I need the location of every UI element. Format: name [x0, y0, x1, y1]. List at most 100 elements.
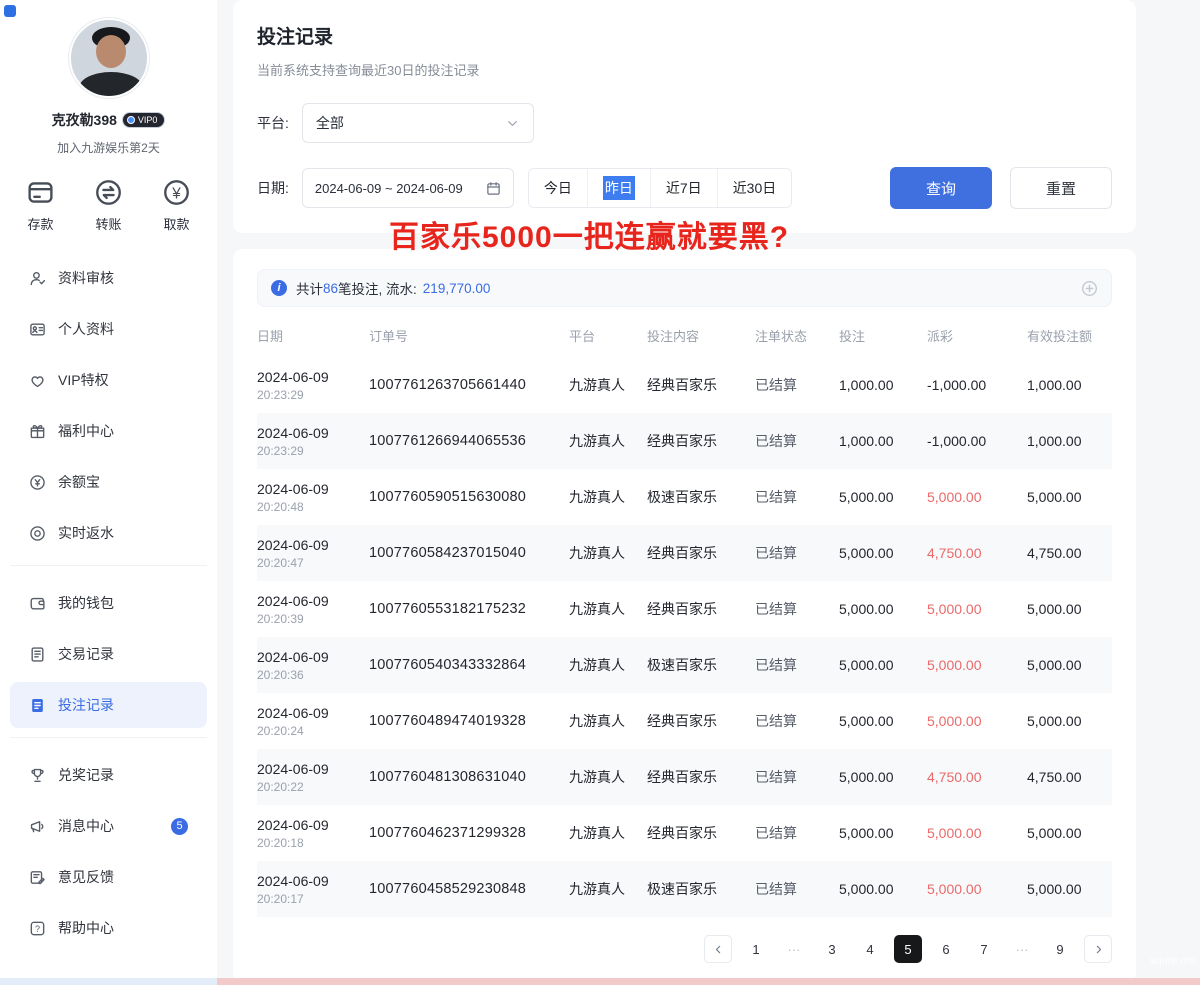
page-button-7[interactable]: 7	[970, 935, 998, 963]
cell-order-number: 1007760489474019328	[369, 713, 569, 729]
column-header: 投注	[839, 326, 927, 345]
column-header: 注单状态	[755, 326, 839, 345]
range-label: 近7日	[666, 178, 702, 198]
cell-platform: 九游真人	[569, 879, 647, 899]
cell-status: 已结算	[755, 431, 839, 451]
range-today[interactable]: 今日	[529, 169, 587, 207]
quick-action-withdraw[interactable]: ¥取款	[162, 178, 191, 233]
date-range-input[interactable]: 2024-06-09 ~ 2024-06-09	[302, 168, 514, 208]
cell-status: 已结算	[755, 487, 839, 507]
cell-valid-bet: 5,000.00	[1027, 713, 1112, 729]
records-card: i 共计 86 笔投注, 流水: 219,770.00 日期订单号平台投注内容注…	[233, 249, 1136, 983]
username: 克孜勒398	[52, 110, 117, 130]
cell-bet-amount: 5,000.00	[839, 825, 927, 841]
sidebar-item-feedback[interactable]: 意见反馈	[10, 854, 207, 900]
platform-select[interactable]: 全部	[302, 103, 534, 143]
sidebar-item-prize-records[interactable]: 兑奖记录	[10, 752, 207, 798]
cell-status: 已结算	[755, 655, 839, 675]
cell-bet-amount: 5,000.00	[839, 545, 927, 561]
sidebar-item-transactions[interactable]: 交易记录	[10, 631, 207, 677]
range-yesterday[interactable]: 昨日	[587, 169, 650, 207]
sidebar-item-help-center[interactable]: ?帮助中心	[10, 905, 207, 951]
reset-button[interactable]: 重置	[1010, 167, 1112, 209]
table-row: 2024-06-0920:20:391007760553182175232九游真…	[257, 581, 1112, 637]
sidebar-menu: 资料审核个人资料 VIP特权福利中心余额宝实时返水我的钱包交易记录投注记录兑奖记录…	[0, 255, 217, 951]
table-row: 2024-06-0920:20:241007760489474019328九游真…	[257, 693, 1112, 749]
page-button-9[interactable]: 9	[1046, 935, 1074, 963]
sidebar-item-label: 福利中心	[58, 421, 114, 441]
cell-order-number: 1007760458529230848	[369, 881, 569, 897]
sidebar-item-welfare[interactable]: 福利中心	[10, 408, 207, 454]
table-row: 2024-06-0920:20:361007760540343332864九游真…	[257, 637, 1112, 693]
range-last-30-days[interactable]: 近30日	[717, 169, 792, 207]
cell-valid-bet: 5,000.00	[1027, 489, 1112, 505]
svg-text:¥: ¥	[171, 185, 181, 202]
page-button-4[interactable]: 4	[856, 935, 884, 963]
cell-bet-amount: 5,000.00	[839, 657, 927, 673]
cell-date: 2024-06-0920:20:17	[257, 873, 369, 906]
vip-level-label: VIP0	[138, 115, 158, 125]
cell-date: 2024-06-0920:20:47	[257, 537, 369, 570]
range-last-7-days[interactable]: 近7日	[650, 169, 717, 207]
cell-bet-content: 经典百家乐	[647, 711, 755, 731]
cell-bet-amount: 1,000.00	[839, 377, 927, 393]
column-header: 有效投注额	[1027, 326, 1112, 345]
cell-payout: 5,000.00	[927, 657, 1027, 673]
cell-date: 2024-06-0920:20:36	[257, 649, 369, 682]
sidebar-item-label: 消息中心	[58, 816, 114, 836]
table-row: 2024-06-0920:23:291007761266944065536九游真…	[257, 413, 1112, 469]
bottom-strip-left	[0, 978, 217, 985]
page-button-1[interactable]: 1	[742, 935, 770, 963]
cell-bet-content: 极速百家乐	[647, 879, 755, 899]
join-days-text: 加入九游娱乐第2天	[0, 139, 217, 156]
sidebar-item-label: 实时返水	[58, 523, 114, 543]
prev-page-button[interactable]	[704, 935, 732, 963]
cell-status: 已结算	[755, 823, 839, 843]
avatar-face	[96, 35, 126, 68]
cell-platform: 九游真人	[569, 487, 647, 507]
cell-platform: 九游真人	[569, 375, 647, 395]
sidebar-item-balance[interactable]: 余额宝	[10, 459, 207, 505]
page-button-6[interactable]: 6	[932, 935, 960, 963]
cell-valid-bet: 5,000.00	[1027, 881, 1112, 897]
summary-mid: 笔投注, 流水:	[338, 278, 417, 298]
feedback-icon	[29, 869, 46, 886]
next-page-button[interactable]	[1084, 935, 1112, 963]
main-content: 投注记录 当前系统支持查询最近30日的投注记录 平台: 全部 日期: 2024-…	[217, 0, 1200, 985]
watermark: squre.me	[1150, 955, 1196, 967]
cell-bet-amount: 5,000.00	[839, 601, 927, 617]
search-button[interactable]: 查询	[890, 167, 992, 209]
page-button-3[interactable]: 3	[818, 935, 846, 963]
wallet-icon	[29, 595, 46, 612]
plus-circle-icon[interactable]	[1081, 280, 1098, 297]
menu-group: 兑奖记录消息中心5 意见反馈 ?帮助中心	[10, 737, 207, 951]
range-label: 昨日	[603, 176, 635, 200]
sidebar-item-label: 意见反馈	[58, 867, 114, 887]
welfare-icon	[29, 423, 46, 440]
sidebar-item-message-center[interactable]: 消息中心5	[10, 803, 207, 849]
quick-action-transfer[interactable]: 转账	[94, 178, 123, 233]
date-label: 日期:	[257, 178, 289, 198]
sidebar-item-label: 交易记录	[58, 644, 114, 664]
cell-date: 2024-06-0920:23:29	[257, 369, 369, 402]
cell-bet-content: 经典百家乐	[647, 823, 755, 843]
sidebar-item-label: 投注记录	[58, 695, 114, 715]
sidebar-item-label: 个人资料	[58, 319, 114, 339]
sidebar-item-profile[interactable]: 个人资料	[10, 306, 207, 352]
quick-action-deposit[interactable]: 存款	[26, 178, 55, 233]
page-ellipsis: ···	[780, 935, 808, 963]
balance-icon	[29, 474, 46, 491]
sidebar-item-rebate[interactable]: 实时返水	[10, 510, 207, 556]
sidebar-item-bet-records[interactable]: 投注记录	[10, 682, 207, 728]
cell-payout: 4,750.00	[927, 769, 1027, 785]
cell-bet-content: 极速百家乐	[647, 487, 755, 507]
sidebar-item-audit[interactable]: 资料审核	[10, 255, 207, 301]
cell-bet-content: 经典百家乐	[647, 431, 755, 451]
cell-bet-amount: 5,000.00	[839, 769, 927, 785]
page-button-5[interactable]: 5	[894, 935, 922, 963]
sidebar-item-wallet[interactable]: 我的钱包	[10, 580, 207, 626]
sidebar-item-vip[interactable]: VIP特权	[10, 357, 207, 403]
avatar[interactable]	[69, 18, 149, 98]
page-subtitle: 当前系统支持查询最近30日的投注记录	[257, 60, 1112, 79]
cell-status: 已结算	[755, 711, 839, 731]
